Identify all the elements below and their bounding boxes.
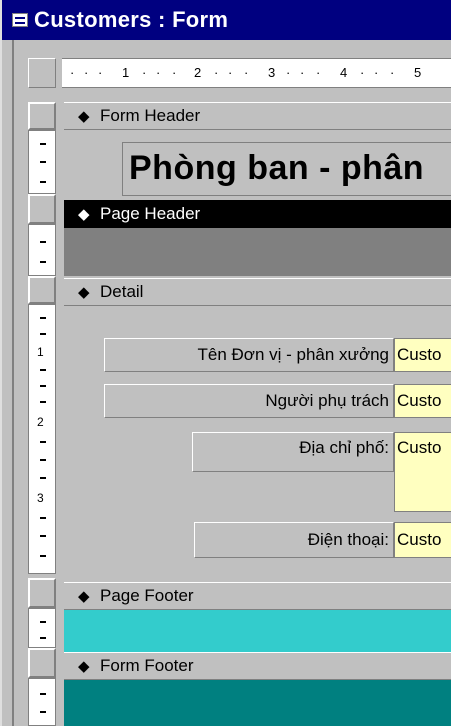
vruler-label-2: 2 [37, 415, 44, 429]
ruler-label-4: 4 [340, 65, 348, 80]
address-field[interactable]: Custo [394, 432, 451, 512]
ruler-label-1: 1 [122, 65, 130, 80]
form-design-window: Customers : Form · · · 1 · · · 2 · · · 3… [0, 0, 451, 726]
address-label[interactable]: Địa chỉ phố: [192, 432, 394, 472]
manager-field[interactable]: Custo [394, 384, 451, 418]
form-footer-bar[interactable]: ◆ Form Footer [64, 652, 451, 680]
section-selector-form-footer[interactable] [28, 648, 56, 678]
page-footer-bar[interactable]: ◆ Page Footer [64, 582, 451, 610]
manager-label[interactable]: Người phụ trách [104, 384, 394, 418]
section-selector-page-footer[interactable] [28, 578, 56, 608]
form-title-text: Phòng ban - phân [129, 149, 425, 187]
unit-name-label[interactable]: Tên Đơn vị - phân xưởng [104, 338, 394, 372]
phone-label[interactable]: Điện thoại: [194, 522, 394, 558]
section-arrow-icon: ◆ [78, 284, 90, 301]
window-title: Customers : Form [34, 7, 229, 32]
detail-label: Detail [100, 282, 144, 301]
unit-name-field[interactable]: Custo [394, 338, 451, 372]
window-border [2, 40, 12, 726]
page-header-section[interactable] [64, 228, 451, 276]
form-title-label[interactable]: Phòng ban - phân [122, 142, 451, 196]
form-header-label: Form Header [100, 106, 201, 125]
title-bar[interactable]: Customers : Form [2, 0, 451, 40]
section-selector-page-header[interactable] [28, 194, 56, 224]
page-footer-section[interactable] [64, 610, 451, 652]
vertical-ruler: 1 2 3 [28, 96, 56, 726]
horizontal-ruler[interactable]: · · · 1 · · · 2 · · · 3 · · · 4 · · · 5 [62, 58, 451, 88]
ruler-segment [28, 224, 56, 276]
window-edge [12, 40, 14, 726]
form-selector[interactable] [28, 58, 56, 88]
section-arrow-icon: ◆ [78, 206, 90, 223]
ruler-segment [28, 678, 56, 726]
ruler-label-2: 2 [194, 65, 202, 80]
page-header-label: Page Header [100, 204, 201, 223]
form-footer-section[interactable] [64, 680, 451, 726]
detail-bar[interactable]: ◆ Detail [64, 278, 451, 306]
section-arrow-icon: ◆ [78, 588, 90, 605]
form-icon [12, 13, 28, 27]
form-header-bar[interactable]: ◆ Form Header [64, 102, 451, 130]
section-arrow-icon: ◆ [78, 108, 90, 125]
section-selector-form-header[interactable] [28, 102, 56, 130]
ruler-segment [28, 608, 56, 648]
ruler-label-3: 3 [268, 65, 276, 80]
form-footer-label: Form Footer [100, 656, 194, 675]
section-selector-detail[interactable] [28, 276, 56, 304]
section-arrow-icon: ◆ [78, 658, 90, 675]
phone-field[interactable]: Custo [394, 522, 451, 558]
vruler-label-1: 1 [37, 345, 44, 359]
ruler-segment [28, 130, 56, 194]
page-footer-label: Page Footer [100, 586, 194, 605]
vruler-label-3: 3 [37, 491, 44, 505]
ruler-label-5: 5 [414, 65, 422, 80]
page-header-bar[interactable]: ◆ Page Header [64, 200, 451, 228]
ruler-segment: 1 2 3 [28, 304, 56, 574]
